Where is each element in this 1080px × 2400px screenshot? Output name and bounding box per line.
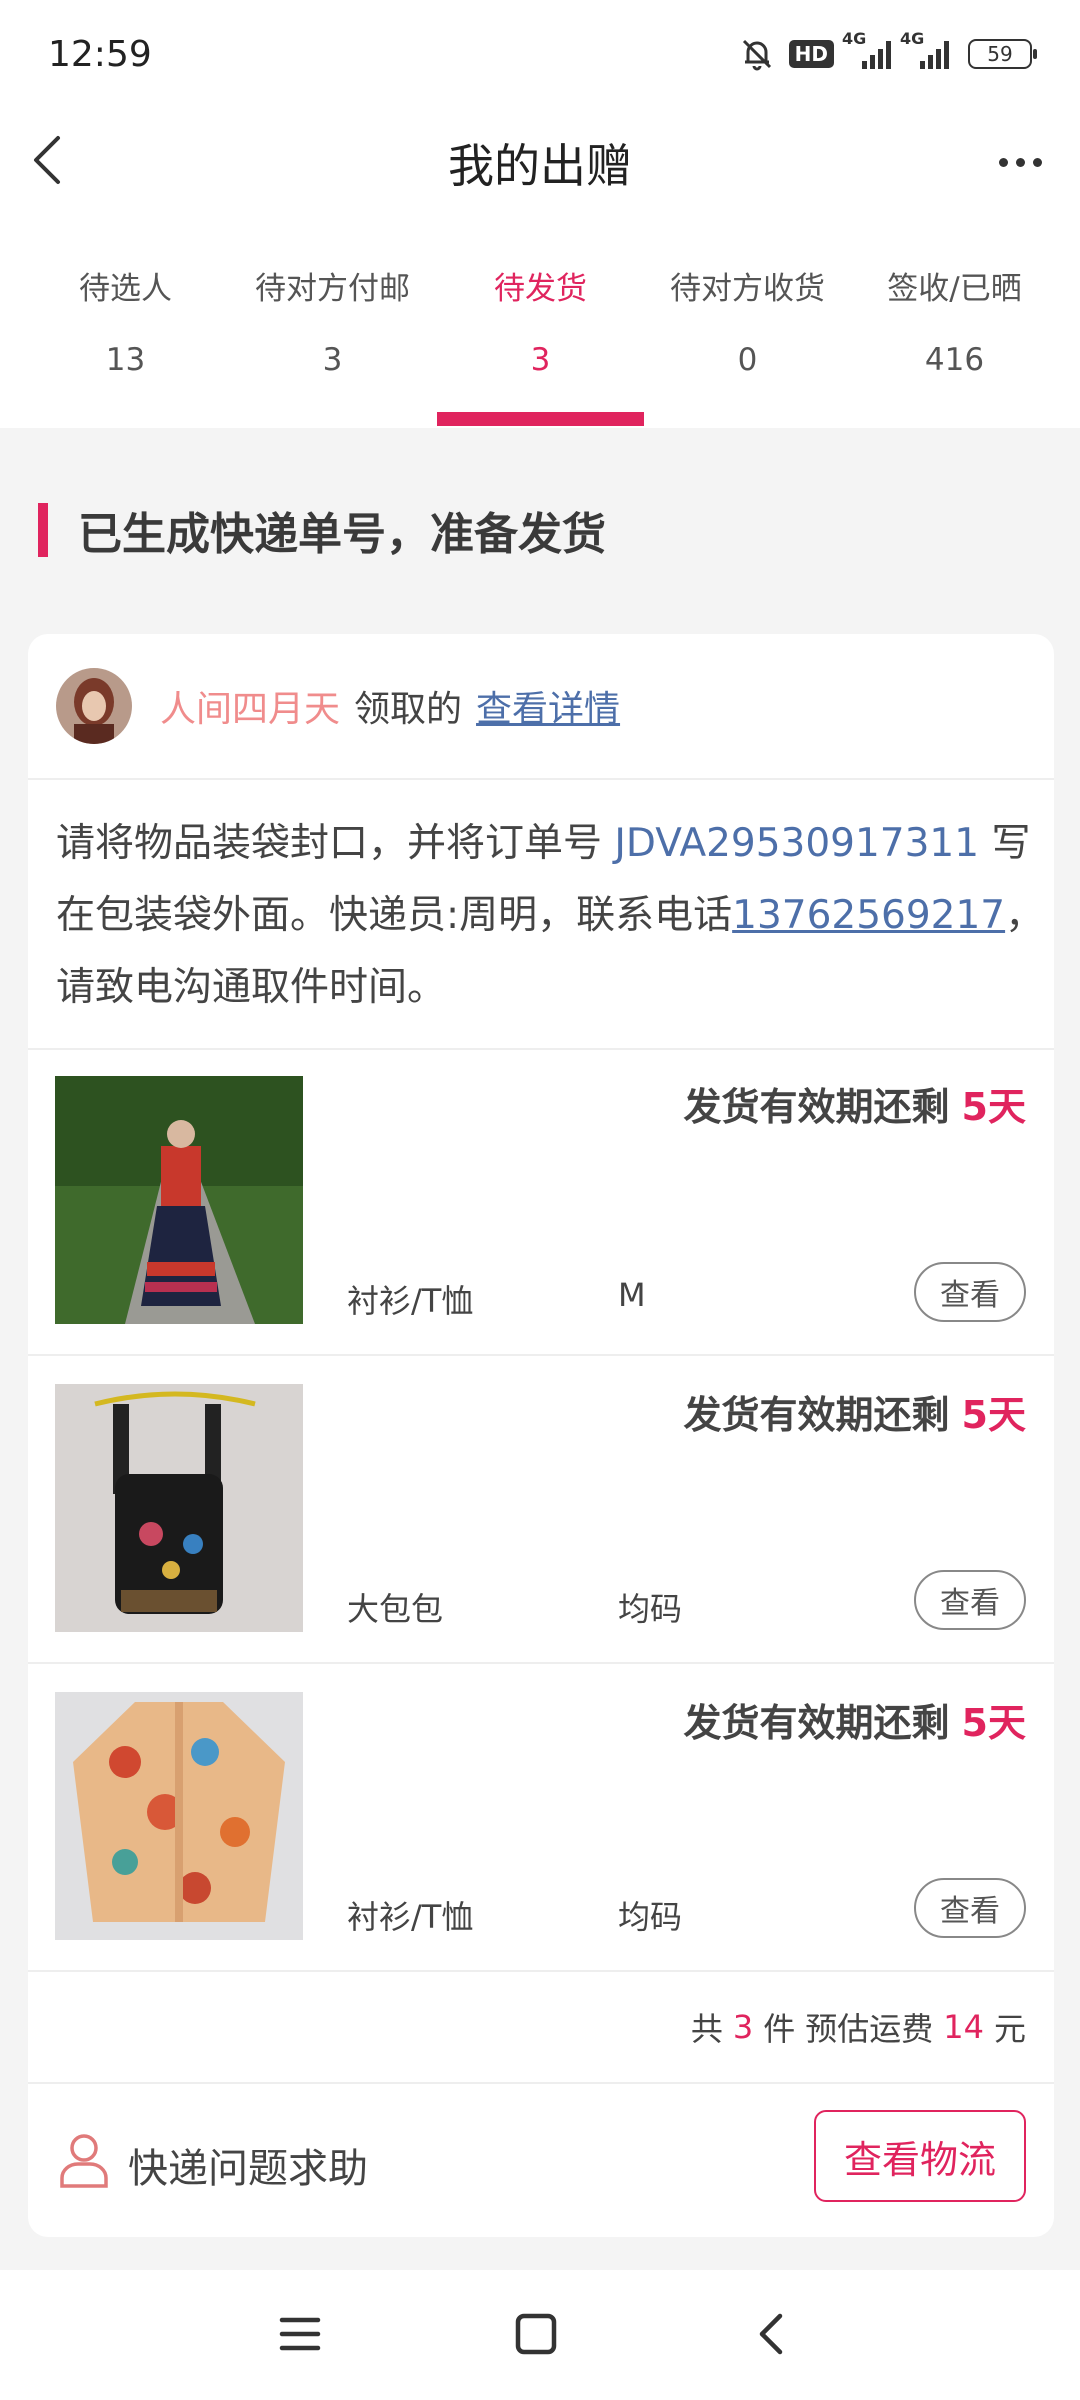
item-count: 3	[732, 2008, 754, 2046]
summary-unit: 件	[763, 2010, 796, 2048]
tab-pending-postage[interactable]: 待对方付邮 3	[229, 264, 436, 428]
page-title: 我的出赠	[448, 139, 632, 193]
days-left: 5天	[961, 1701, 1026, 1745]
tab-label: 待发货	[494, 271, 587, 307]
status-tabs: 待选人 13 待对方付邮 3 待发货 3 待对方收货 0 签收/已晒 416	[0, 212, 1080, 428]
view-item-button[interactable]: 查看	[914, 1570, 1026, 1630]
gift-item: 发货有效期还剩 5天 衬衫/T恤 均码 查看	[28, 1666, 1054, 1972]
network-type: 4G	[842, 29, 867, 48]
item-category: 衬衫/T恤	[347, 1898, 474, 1936]
status-icons: HD 4G 4G 59	[739, 29, 1037, 72]
system-nav-bar	[0, 2270, 1080, 2400]
status-time: 12:59	[48, 33, 152, 75]
tab-count: 13	[105, 342, 146, 378]
courier-phone-link[interactable]: 13762569217	[732, 893, 1005, 938]
view-item-button[interactable]: 查看	[914, 1878, 1026, 1938]
item-size: 均码	[618, 1898, 683, 1936]
deadline-label: 发货有效期还剩	[683, 1701, 950, 1745]
section-heading: 已生成快递单号，准备发货	[38, 500, 606, 560]
help-row: 快递问题求助 查看物流	[28, 2086, 1054, 2236]
item-size: 均码	[618, 1590, 683, 1628]
tab-label: 待选人	[79, 271, 172, 307]
donor-suffix: 领取的	[354, 689, 463, 730]
days-left: 5天	[961, 1393, 1026, 1437]
top-nav: 我的出赠	[0, 108, 1080, 212]
ship-deadline: 发货有效期还剩 5天	[684, 1692, 1026, 1747]
tab-pending-receipt[interactable]: 待对方收货 0	[644, 264, 851, 428]
tab-pending-selection[interactable]: 待选人 13	[22, 264, 229, 428]
menu-icon	[279, 2317, 321, 2351]
hd-badge: HD	[788, 40, 834, 68]
shipping-instruction: 请将物品装袋封口，并将订单号 JDVA29530917311 写在包装袋外面。快…	[56, 808, 1046, 1024]
order-card: 人间四月天 领取的 查看详情 请将物品装袋封口，并将订单号 JDVA295309…	[28, 634, 1054, 2237]
item-category: 衬衫/T恤	[347, 1282, 474, 1320]
ship-deadline: 发货有效期还剩 5天	[684, 1076, 1026, 1131]
tab-pending-shipment[interactable]: 待发货 3	[437, 264, 644, 428]
battery-icon: 59	[968, 39, 1037, 69]
signal-icon: 4G	[842, 29, 892, 69]
order-summary: 共 3 件 预估运费 14 元	[28, 1972, 1054, 2084]
order-number[interactable]: JDVA29530917311	[614, 821, 979, 866]
gift-item: 发货有效期还剩 5天 衬衫/T恤 M 查看	[28, 1050, 1054, 1356]
tab-label: 签收/已晒	[887, 271, 1022, 307]
tab-signed-shared[interactable]: 签收/已晒 416	[851, 264, 1058, 428]
tab-count: 0	[737, 342, 758, 378]
donor-row: 人间四月天 领取的 查看详情	[28, 634, 1054, 780]
user-icon[interactable]	[58, 2132, 110, 2188]
view-details-link[interactable]: 查看详情	[476, 680, 620, 732]
summary-prefix: 共	[690, 2010, 723, 2048]
donor-name[interactable]: 人间四月天	[160, 680, 340, 732]
home-square-icon	[515, 2313, 557, 2355]
home-button[interactable]	[506, 2304, 566, 2364]
battery-level: 59	[987, 42, 1013, 66]
more-button[interactable]	[990, 132, 1050, 192]
active-tab-indicator	[437, 412, 644, 426]
back-triangle-icon	[759, 2313, 783, 2355]
gift-item: 发货有效期还剩 5天 大包包 均码 查看	[28, 1358, 1054, 1664]
shipping-fee: 14	[943, 2008, 984, 2046]
item-photo-blouse[interactable]	[55, 1692, 303, 1940]
tab-label: 待对方付邮	[255, 271, 410, 307]
menu-button[interactable]	[270, 2304, 330, 2364]
ship-deadline: 发货有效期还剩 5天	[684, 1384, 1026, 1439]
instruction-text: 请将物品装袋封口，并将订单号	[56, 821, 615, 866]
more-horizontal-icon	[998, 157, 1008, 167]
view-logistics-button[interactable]: 查看物流	[814, 2110, 1026, 2202]
item-photo-bag[interactable]	[55, 1384, 303, 1632]
mute-bell-icon	[742, 39, 771, 71]
item-photo-shirt[interactable]	[55, 1076, 303, 1324]
shipping-fee-label: 预估运费	[805, 2010, 934, 2048]
courier-help-link[interactable]: 快递问题求助	[128, 2136, 368, 2194]
deadline-label: 发货有效期还剩	[683, 1393, 950, 1437]
deadline-label: 发货有效期还剩	[683, 1085, 950, 1129]
avatar[interactable]	[56, 668, 132, 744]
item-size: M	[618, 1276, 646, 1314]
tab-count: 416	[924, 342, 985, 378]
system-back-button[interactable]	[742, 2304, 802, 2364]
tab-count: 3	[530, 342, 551, 378]
item-category: 大包包	[347, 1590, 444, 1628]
network-type-2: 4G	[900, 29, 925, 48]
status-bar: 12:59 HD 4G 4G 59	[0, 0, 1080, 108]
avatar-image	[56, 668, 132, 744]
currency-label: 元	[993, 2010, 1026, 2048]
signal-icon-2: 4G	[900, 29, 954, 69]
section-title: 已生成快递单号，准备发货	[78, 509, 606, 560]
section-accent-bar	[38, 503, 48, 557]
tab-label: 待对方收货	[670, 271, 825, 307]
view-item-button[interactable]: 查看	[914, 1262, 1026, 1322]
days-left: 5天	[961, 1085, 1026, 1129]
tab-count: 3	[322, 342, 343, 378]
